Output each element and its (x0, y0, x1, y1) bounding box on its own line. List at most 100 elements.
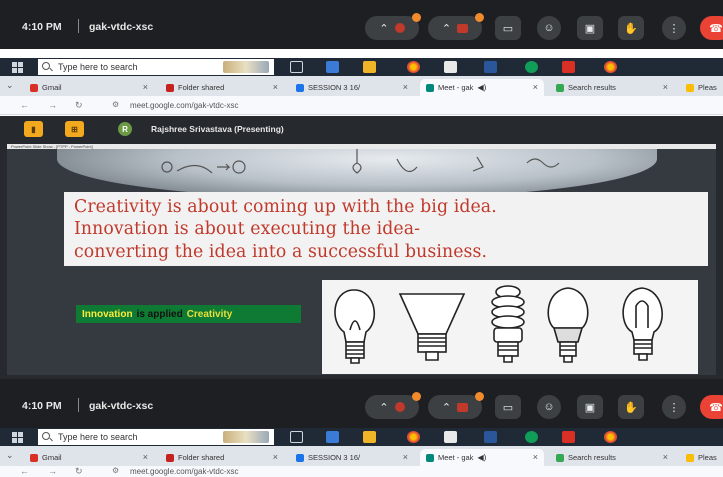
file-explorer-icon[interactable] (363, 431, 376, 443)
captions-button[interactable]: ▭ (495, 16, 521, 40)
tab-gmail[interactable]: Gmail × (24, 449, 154, 466)
layout-icon[interactable]: ⊞ (65, 121, 84, 137)
tab-label: Pleas (698, 83, 717, 92)
site-info-icon[interactable]: ⚙ (112, 100, 119, 109)
windows-start-icon[interactable] (12, 62, 23, 73)
meet-control-bar-repeat: 4:10 PM gak-vtdc-xsc ⌃ ⌃ ▭ ☺ ▣ ✋ ⋮ ☎ (0, 385, 723, 428)
tab-session[interactable]: SESSION 3 16/ × (290, 449, 414, 466)
tab-search-results[interactable]: Search results × (550, 79, 674, 96)
emoji-button[interactable]: ☺ (537, 16, 561, 40)
url-field[interactable]: meet.google.com/gak-vtdc-xsc (130, 101, 239, 110)
quote-line: Innovation is about executing the idea- (74, 219, 421, 240)
search-icon (42, 432, 50, 440)
emoji-button[interactable]: ☺ (537, 395, 561, 419)
gmail-icon (30, 453, 38, 462)
tab-gmail[interactable]: Gmail × (24, 79, 154, 96)
chrome-icon[interactable] (407, 431, 420, 443)
taskbar-search[interactable]: Type here to search (38, 429, 274, 445)
tab-label: Pleas (698, 453, 717, 462)
file-explorer-icon[interactable] (363, 61, 376, 73)
tab-pleas[interactable]: Pleas (680, 79, 723, 96)
captions-icon: ▭ (502, 22, 514, 35)
word-icon[interactable] (484, 431, 497, 443)
chrome-icon[interactable] (604, 61, 617, 73)
chevron-up-icon: ⌃ (441, 401, 452, 414)
tab-meet[interactable]: Meet - gak ◀) × (420, 79, 544, 96)
site-info-icon[interactable]: ⚙ (112, 466, 119, 475)
close-icon[interactable]: × (143, 452, 148, 462)
chrome-icon[interactable] (604, 431, 617, 443)
browser-tab-strip-repeat: ⌄ Gmail × Folder shared × SESSION 3 16/ … (0, 446, 723, 466)
more-vertical-icon: ⋮ (668, 22, 680, 35)
raise-hand-button[interactable]: ✋ (618, 395, 644, 419)
close-icon[interactable]: × (403, 452, 408, 462)
app-icon[interactable] (562, 431, 575, 443)
task-view-icon[interactable] (290, 431, 303, 443)
chevron-down-icon[interactable]: ⌄ (6, 450, 14, 461)
tab-pleas[interactable]: Pleas (680, 449, 723, 466)
close-icon[interactable]: × (273, 82, 278, 92)
forward-icon[interactable]: → (48, 466, 57, 476)
tab-label: Meet - gak (438, 83, 474, 92)
drive-icon (686, 453, 694, 462)
leave-call-button[interactable]: ☎ (700, 395, 723, 419)
word-icon[interactable] (484, 61, 497, 73)
url-field[interactable]: meet.google.com/gak-vtdc-xsc (130, 467, 239, 476)
close-icon[interactable]: × (143, 82, 148, 92)
drive-icon (296, 453, 304, 462)
tab-meet[interactable]: Meet - gak ◀) × (420, 449, 544, 466)
mic-button[interactable]: ⌃ (365, 392, 421, 419)
chrome-icon[interactable] (407, 61, 420, 73)
mail-app-icon[interactable] (326, 431, 339, 443)
back-icon[interactable]: ← (20, 466, 29, 476)
emoji-icon: ☺ (543, 401, 555, 413)
edge-icon[interactable] (525, 431, 538, 443)
raise-hand-button[interactable]: ✋ (618, 16, 644, 40)
present-button[interactable]: ▣ (577, 395, 603, 419)
close-icon[interactable]: × (663, 452, 668, 462)
chevron-down-icon[interactable]: ⌄ (6, 80, 14, 91)
tab-label: Folder shared (178, 83, 225, 92)
meet-time: 4:10 PM (22, 21, 62, 33)
close-icon[interactable]: × (403, 82, 408, 92)
windows-start-icon[interactable] (12, 432, 23, 443)
mail-app-icon[interactable] (326, 61, 339, 73)
more-vertical-icon: ⋮ (668, 401, 680, 414)
chevron-up-icon: ⌃ (379, 401, 389, 414)
reload-icon[interactable]: ↻ (75, 100, 83, 111)
forward-icon[interactable]: → (48, 100, 57, 110)
emoji-icon: ☺ (543, 22, 555, 34)
tab-label: Search results (568, 83, 616, 92)
present-button[interactable]: ▣ (577, 16, 603, 40)
leave-call-button[interactable]: ☎ (700, 16, 723, 40)
store-icon[interactable] (444, 61, 457, 73)
tagline-word: Innovation (82, 308, 133, 320)
camera-button[interactable]: ⌃ (428, 392, 484, 419)
task-view-icon[interactable] (290, 61, 303, 73)
close-icon[interactable]: × (533, 452, 538, 462)
edge-icon[interactable] (525, 61, 538, 73)
mic-button[interactable]: ⌃ (365, 13, 421, 40)
bulb-icon (491, 285, 525, 363)
taskbar-search[interactable]: Type here to search (38, 59, 274, 75)
camera-button[interactable]: ⌃ (428, 13, 484, 40)
store-icon[interactable] (444, 431, 457, 443)
meet-presentation-view: ▮ ⊞ R Rajshree Srivastava (Presenting) P… (0, 116, 723, 379)
back-icon[interactable]: ← (20, 100, 29, 110)
close-icon[interactable]: × (663, 82, 668, 92)
gmail-icon (166, 83, 174, 92)
tagline-word: Creativity (186, 308, 233, 320)
more-options-button[interactable]: ⋮ (662, 395, 686, 419)
tab-folder-shared[interactable]: Folder shared × (160, 79, 284, 96)
tab-session[interactable]: SESSION 3 16/ × (290, 79, 414, 96)
captions-button[interactable]: ▭ (495, 395, 521, 419)
search-highlight-image (223, 61, 269, 73)
pin-icon[interactable]: ▮ (24, 121, 43, 137)
close-icon[interactable]: × (533, 82, 538, 92)
app-icon[interactable] (562, 61, 575, 73)
more-options-button[interactable]: ⋮ (662, 16, 686, 40)
close-icon[interactable]: × (273, 452, 278, 462)
tab-search-results[interactable]: Search results × (550, 449, 674, 466)
tab-folder-shared[interactable]: Folder shared × (160, 449, 284, 466)
reload-icon[interactable]: ↻ (75, 466, 83, 477)
